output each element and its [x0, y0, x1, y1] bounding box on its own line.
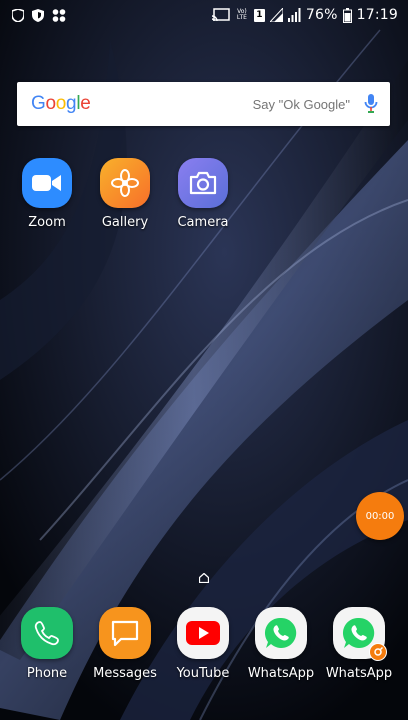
camera-icon — [178, 158, 228, 208]
dock-youtube[interactable]: YouTube — [164, 607, 242, 681]
app-label: Camera — [177, 215, 229, 230]
clock: 17:19 — [356, 7, 398, 23]
app-label: WhatsApp — [247, 666, 315, 681]
app-camera[interactable]: Camera — [164, 158, 242, 230]
shield-icon — [32, 8, 44, 22]
app-label: WhatsApp — [325, 666, 393, 681]
dock-phone[interactable]: Phone — [8, 607, 86, 681]
dock-messages[interactable]: Messages — [86, 607, 164, 681]
app-gallery[interactable]: Gallery — [86, 158, 164, 230]
app-label: Messages — [93, 666, 157, 681]
screen-recorder-button[interactable]: 00:00 — [356, 492, 404, 540]
shield-icon — [12, 8, 24, 22]
home-page-indicator-icon[interactable] — [198, 568, 210, 587]
google-logo: Google — [31, 93, 91, 114]
whatsapp-icon — [333, 607, 387, 661]
google-search-bar[interactable]: Google Say "Ok Google" — [17, 82, 390, 126]
volte-label: Vo) LTE — [236, 8, 247, 21]
phone-icon — [21, 607, 73, 659]
battery-icon — [342, 7, 352, 23]
battery-percent: 76% — [305, 7, 338, 23]
dual-messenger-badge-icon — [369, 643, 387, 661]
recorder-timer: 00:00 — [365, 510, 395, 522]
whatsapp-icon — [255, 607, 307, 659]
message-icon — [99, 607, 151, 659]
mic-icon[interactable] — [364, 94, 378, 114]
app-label: Zoom — [28, 215, 66, 230]
app-zoom[interactable]: Zoom — [8, 158, 86, 230]
app-label: Phone — [26, 666, 68, 681]
dock-whatsapp-clone[interactable]: WhatsApp — [320, 607, 398, 681]
zoom-video-icon — [22, 158, 72, 208]
app-label: YouTube — [176, 666, 230, 681]
status-bar: Vo) LTE 1 76% 17:19 — [0, 0, 408, 30]
search-hint: Say "Ok Google" — [252, 96, 350, 112]
signal-icon — [287, 8, 301, 22]
cast-icon — [211, 8, 230, 22]
dock-whatsapp[interactable]: WhatsApp — [242, 607, 320, 681]
signal-icon — [269, 8, 283, 22]
gallery-flower-icon — [100, 158, 150, 208]
sim-slot-badge: 1 — [253, 8, 265, 22]
youtube-icon — [177, 607, 229, 659]
app-notification-icon — [52, 8, 66, 22]
app-label: Gallery — [101, 215, 149, 230]
